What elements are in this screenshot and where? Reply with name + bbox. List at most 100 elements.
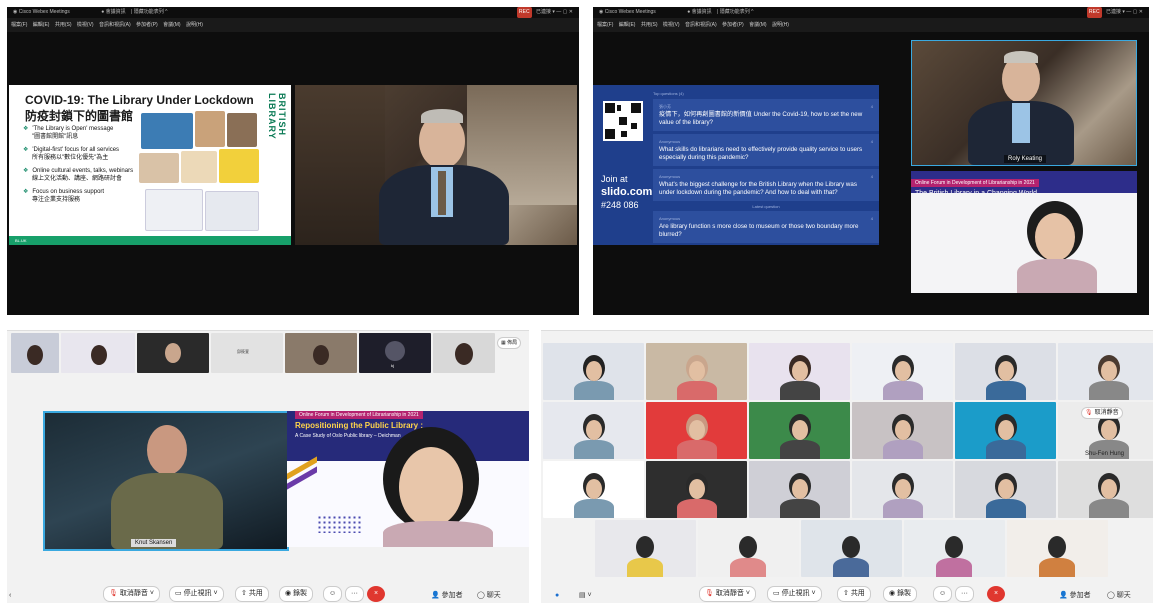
participant-body (779, 381, 820, 400)
participant-thumbnail[interactable]: kj (359, 333, 431, 373)
participant-skin (585, 420, 602, 440)
reactions-button[interactable]: ☺ (933, 586, 953, 602)
participant-face (636, 536, 654, 558)
participant-tile[interactable] (594, 520, 696, 577)
bullet-zh: "圖書館開館"訊息 (32, 134, 79, 140)
participants-button[interactable]: 👤 參加者 (431, 586, 463, 603)
camera-icon: ▭ (175, 590, 184, 597)
menu-help[interactable]: 說明(H) (772, 22, 789, 28)
meeting-info-button[interactable]: ● 會議資訊 (101, 9, 125, 15)
record-label: 錄製 (293, 590, 308, 597)
share-label: 共用 (850, 590, 865, 597)
participant-tile[interactable] (852, 343, 953, 400)
meeting-info-button[interactable]: ● 會議資訊 (687, 9, 711, 15)
connection-status[interactable]: 已連接 ▾ (536, 9, 555, 15)
participant-body (573, 440, 614, 459)
more-options-button[interactable]: ··· (955, 586, 974, 602)
record-button[interactable]: ◉ 錄製 (279, 586, 314, 602)
participant-thumbnail[interactable] (137, 333, 209, 373)
participant-tile[interactable] (646, 343, 747, 400)
menu-audio-video[interactable]: 音訊和視訊(A) (685, 22, 717, 28)
connection-status[interactable]: 已連接 ▾ (1106, 9, 1125, 15)
menu-view[interactable]: 檢視(V) (663, 22, 680, 28)
share-icon: ⇧ (241, 590, 249, 597)
menu-share[interactable]: 共用(S) (55, 22, 72, 28)
menu-file[interactable]: 檔案(F) (11, 22, 27, 28)
participant-body (936, 558, 972, 577)
menu-meeting[interactable]: 會議(M) (163, 22, 181, 28)
participant-tile[interactable] (646, 461, 747, 518)
participant-tile[interactable] (955, 402, 1056, 459)
meeting-control-bar: ● ▤ ˅ 🎙 取消靜音 ˅ ▭ 停止視訊 ˅ ⇧ 共用 ◉ 錄製 ☺ ··· ×… (541, 583, 1153, 603)
chat-icon: ◯ (1107, 592, 1117, 599)
participant-tile[interactable] (852, 461, 953, 518)
participant-tile[interactable] (903, 520, 1005, 577)
unmute-button[interactable]: 🎙 取消靜音 ˅ (699, 586, 756, 602)
menu-edit[interactable]: 編輯(E) (619, 22, 636, 28)
menu-participants[interactable]: 參加者(P) (136, 22, 158, 28)
participant-tile[interactable] (1058, 461, 1153, 518)
menu-participants[interactable]: 參加者(P) (722, 22, 744, 28)
slide-title: Repositioning the Public Library : (295, 421, 424, 430)
participant-tile[interactable] (749, 461, 850, 518)
participant-tile[interactable] (1058, 343, 1153, 400)
unmute-button[interactable]: 🎙 取消靜音 ˅ (103, 586, 160, 602)
participant-skin (894, 479, 911, 499)
end-meeting-button[interactable]: × (987, 586, 1005, 602)
participant-tile[interactable] (543, 343, 644, 400)
participant-tile[interactable] (543, 402, 644, 459)
participant-skin (585, 361, 602, 381)
close-icon[interactable]: ✕ (569, 9, 573, 15)
share-button[interactable]: ⇧ 共用 (235, 586, 269, 602)
participants-button[interactable]: 👤 參加者 (1059, 586, 1091, 603)
chat-button[interactable]: ◯ 聊天 (1107, 586, 1131, 603)
participant-tile[interactable] (1006, 520, 1108, 577)
participant-tile[interactable] (697, 520, 799, 577)
participant-tile[interactable] (646, 402, 747, 459)
user-avatar-icon (385, 341, 405, 361)
layout-button[interactable]: ▦ 佈局 (497, 337, 522, 349)
menu-edit[interactable]: 編輯(E) (33, 22, 50, 28)
unmute-label: 取消靜音 (119, 590, 148, 597)
participant-tile[interactable] (749, 402, 850, 459)
bullet-zh: 專注企業支持服務 (32, 197, 81, 203)
menu-audio-video[interactable]: 音訊和視訊(A) (99, 22, 131, 28)
record-button[interactable]: ◉ 錄製 (883, 586, 918, 602)
forum-tag: Online Forum in Development of Librarian… (295, 411, 423, 419)
participant-body (779, 440, 820, 459)
close-icon[interactable]: ✕ (1139, 9, 1143, 15)
reactions-button[interactable]: ☺ (323, 586, 343, 602)
menu-view[interactable]: 檢視(V) (77, 22, 94, 28)
participant-body (1088, 499, 1129, 518)
participant-thumbnail[interactable] (433, 333, 495, 373)
menu-share[interactable]: 共用(S) (641, 22, 658, 28)
stop-video-button[interactable]: ▭ 停止視訊 ˅ (767, 586, 822, 602)
more-options-button[interactable]: ··· (345, 586, 364, 602)
participant-tile[interactable] (852, 402, 953, 459)
unmute-tooltip[interactable]: 🎙 取消靜音 (1081, 407, 1123, 419)
webex-avatar-icon[interactable]: ● (555, 586, 559, 603)
participant-thumbnail[interactable] (61, 333, 135, 373)
participant-thumbnail[interactable]: 邱筱萱 (211, 333, 283, 373)
participant-tile[interactable] (955, 343, 1056, 400)
stop-video-button[interactable]: ▭ 停止視訊 ˅ (169, 586, 224, 602)
participant-tile[interactable] (800, 520, 902, 577)
share-label: 共用 (248, 590, 263, 597)
hide-menubar-button[interactable]: | 隱藏功能表列 ^ (717, 9, 753, 15)
menu-file[interactable]: 檔案(F) (597, 22, 613, 28)
participant-thumbnail[interactable] (11, 333, 59, 373)
menu-meeting[interactable]: 會議(M) (749, 22, 767, 28)
chat-button[interactable]: ◯ 聊天 (477, 586, 501, 603)
collapse-icon[interactable]: ‹ (9, 586, 11, 603)
participant-thumbnail[interactable] (285, 333, 357, 373)
rec-badge: REC (517, 7, 532, 18)
share-button[interactable]: ⇧ 共用 (837, 586, 871, 602)
participant-tile[interactable] (543, 461, 644, 518)
hide-menubar-button[interactable]: | 隱藏功能表列 ^ (131, 9, 167, 15)
slide-bullets: 'The Library is Open' message "圖書館開館"訊息 … (23, 125, 141, 204)
captions-icon[interactable]: ▤ ˅ (579, 586, 592, 603)
participant-tile[interactable] (749, 343, 850, 400)
end-meeting-button[interactable]: × (367, 586, 385, 602)
menu-help[interactable]: 說明(H) (186, 22, 203, 28)
participant-tile[interactable] (955, 461, 1056, 518)
